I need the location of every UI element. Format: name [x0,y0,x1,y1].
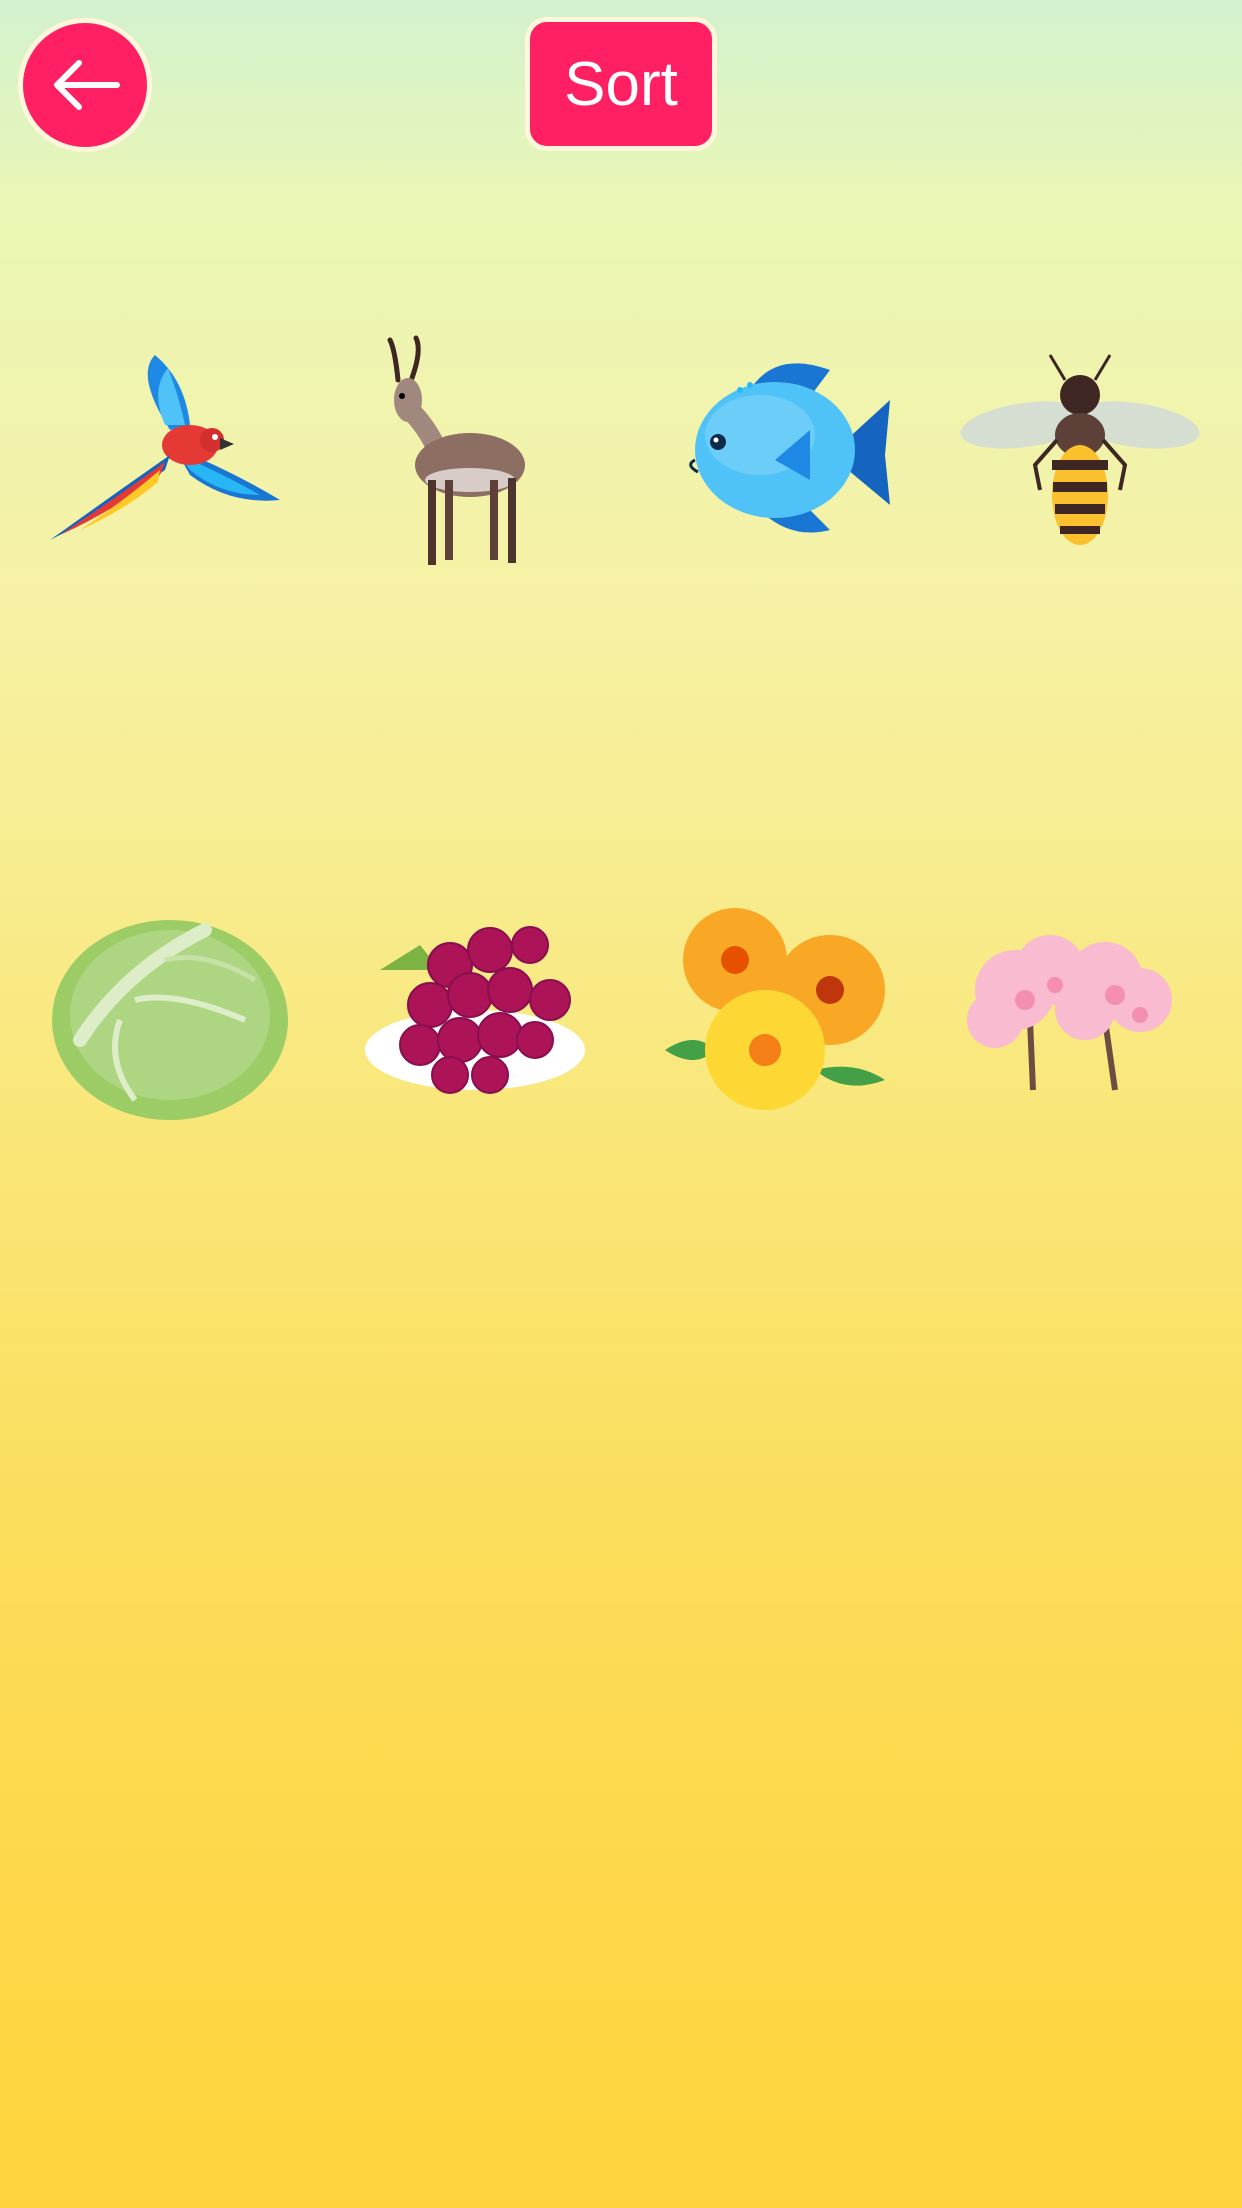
bee-card[interactable] [955,330,1205,580]
sort-button[interactable]: Sort [525,17,717,151]
flowers-icon [665,908,885,1110]
bee-icon [960,354,1200,545]
antelope-card[interactable] [350,330,600,580]
parrot-icon [50,355,280,540]
grapes-icon [365,926,585,1094]
arrow-left-icon [54,60,120,110]
fish-icon [689,363,890,533]
cabbage-icon [52,920,288,1120]
antelope-icon [387,335,525,565]
cabbage-card[interactable] [45,890,295,1140]
cherry-tree-card[interactable] [955,890,1205,1140]
parrot-card[interactable] [40,330,290,580]
cherry-tree-icon [967,935,1172,1091]
flowers-card[interactable] [655,890,905,1140]
grapes-card[interactable] [350,890,600,1140]
back-button[interactable] [18,18,152,152]
fish-card[interactable] [660,330,910,580]
